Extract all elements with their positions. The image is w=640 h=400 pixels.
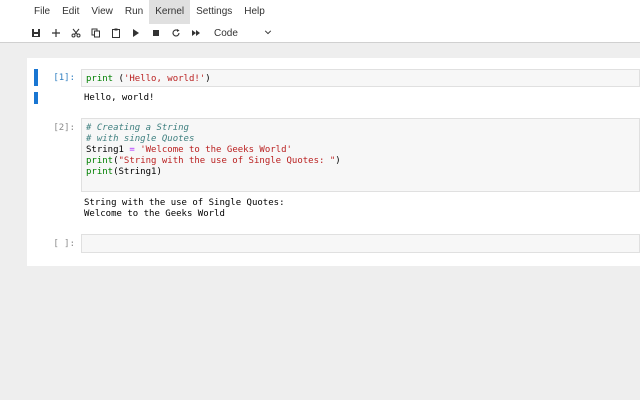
code-editor[interactable] [81,234,640,253]
menu-view[interactable]: View [85,0,119,24]
save-icon[interactable] [26,24,46,42]
notebook-panel: [1]: print ('Hello, world!') Hello, worl… [27,58,640,266]
code-token: print [86,156,114,166]
code-line: # with single Quotes [86,134,635,145]
fast-forward-icon[interactable] [186,24,206,42]
output-selection-bar [34,92,38,104]
code-cell-2[interactable]: [2]: # Creating a String # with single Qu… [27,116,640,226]
cell-output: Hello, world! [84,93,634,104]
output-line: String with the use of Single Quotes: [84,198,285,208]
code-token: 'Welcome to the Geeks World' [140,145,292,155]
code-line: print(String1) [86,167,635,178]
code-token: String1 [86,145,130,155]
code-line: # Creating a String [86,123,635,134]
menu-file[interactable]: File [28,0,56,24]
input-prompt: [2]: [53,123,75,133]
menu-edit[interactable]: Edit [56,0,85,24]
code-token: ( [113,74,124,84]
add-icon[interactable] [46,24,66,42]
cell-output: String with the use of Single Quotes: Wel… [84,198,634,220]
code-editor[interactable]: print ('Hello, world!') [81,69,640,87]
output-line: Hello, world! [84,93,155,103]
code-token: # with single Quotes [86,134,195,144]
menu-run[interactable]: Run [119,0,149,24]
menu-help[interactable]: Help [238,0,271,24]
menu-kernel[interactable]: Kernel [149,0,191,24]
paste-icon[interactable] [106,24,126,42]
code-cell-1[interactable]: [1]: print ('Hello, world!') Hello, worl… [27,58,640,108]
code-token: "String with the use of Single Quotes: " [118,156,336,166]
restart-icon[interactable] [166,24,186,42]
code-cell-3[interactable]: [ ]: [27,233,640,255]
copy-icon[interactable] [86,24,106,42]
input-prompt: [ ]: [53,239,75,249]
code-token: ) [205,74,211,84]
chevron-down-icon [264,28,272,39]
menu-settings[interactable]: Settings [190,0,238,24]
cut-icon[interactable] [66,24,86,42]
code-token: print [86,167,114,177]
stop-icon[interactable] [146,24,166,42]
input-prompt: [1]: [53,73,75,83]
code-token: (String1) [113,167,162,177]
code-token: ) [335,156,341,166]
menu-bar: File Edit View Run Kernel Settings Help [0,0,640,25]
output-line: Welcome to the Geeks World [84,209,225,219]
code-line: print("String with the use of Single Quo… [86,156,635,167]
code-token: # Creating a String [86,123,189,133]
code-line: String1 = 'Welcome to the Geeks World' [86,145,635,156]
code-token: print [86,74,114,84]
cell-type-label: Code [214,27,238,39]
code-editor[interactable]: # Creating a String # with single Quotes S… [81,118,640,192]
run-icon[interactable] [126,24,146,42]
cell-type-select[interactable]: Code [214,28,272,39]
code-line: print ('Hello, world!') [86,74,635,85]
code-token: 'Hello, world!' [123,74,206,84]
notebook-toolbar: Code [0,24,640,43]
